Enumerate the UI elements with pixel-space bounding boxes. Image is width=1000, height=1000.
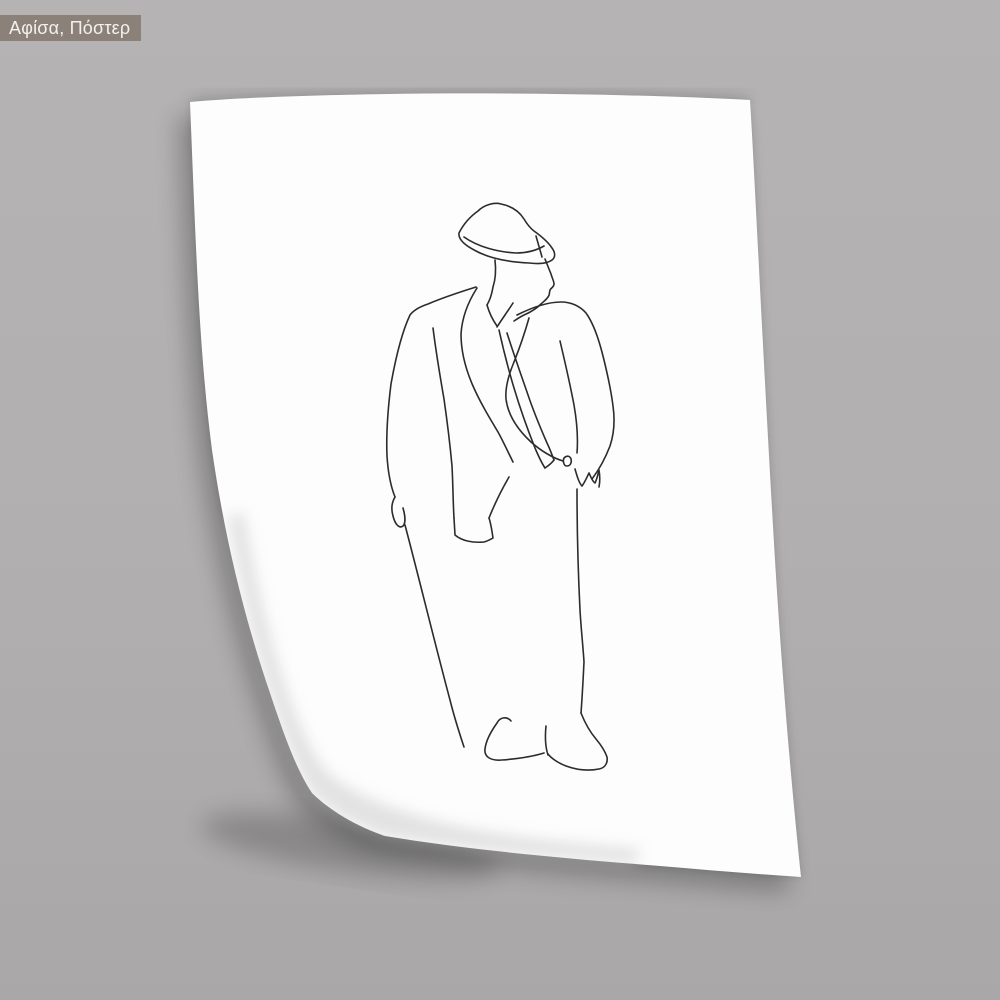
caption-badge: Αφίσα, Πόστερ — [0, 15, 142, 41]
product-mockup: Αφίσα, Πόστερ — [0, 0, 1000, 1000]
poster-mockup-graphic — [178, 86, 801, 893]
caption-badge-label: Αφίσα, Πόστερ — [9, 18, 131, 38]
